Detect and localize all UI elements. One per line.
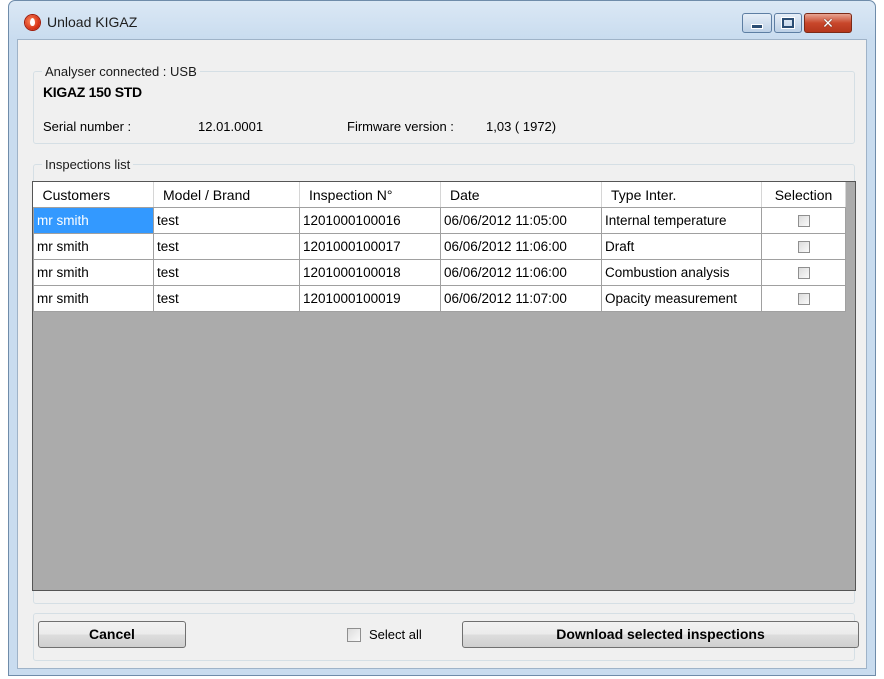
serial-number-label: Serial number : <box>43 119 132 134</box>
column-header-customers[interactable]: Customers <box>33 182 154 208</box>
inspections-grid[interactable]: Customers Model / Brand Inspection N° Da… <box>32 181 856 591</box>
cell-date[interactable]: 06/06/2012 11:06:00 <box>440 233 602 260</box>
cell-date[interactable]: 06/06/2012 11:05:00 <box>440 207 602 234</box>
cell-inspection-number[interactable]: 1201000100016 <box>299 207 441 234</box>
column-header-model-brand[interactable]: Model / Brand <box>153 182 300 208</box>
table-row[interactable]: mr smith test 1201000100018 06/06/2012 1… <box>33 259 846 286</box>
cell-model[interactable]: test <box>153 233 300 260</box>
column-header-selection[interactable]: Selection <box>761 182 846 208</box>
title-bar[interactable]: Unload KIGAZ ✕ <box>9 1 875 39</box>
cell-selection <box>761 285 846 312</box>
row-selection-checkbox[interactable] <box>797 215 810 228</box>
close-button[interactable]: ✕ <box>804 13 852 33</box>
flame-app-icon <box>25 15 40 30</box>
analyser-legend: Analyser connected : USB <box>42 64 200 79</box>
minimize-button[interactable] <box>742 13 772 33</box>
cell-customer[interactable]: mr smith <box>33 285 154 312</box>
table-header-row: Customers Model / Brand Inspection N° Da… <box>33 182 846 208</box>
device-name: KIGAZ 150 STD <box>43 84 142 100</box>
select-all-label: Select all <box>369 627 422 642</box>
cell-customer[interactable]: mr smith <box>33 259 154 286</box>
cell-date[interactable]: 06/06/2012 11:07:00 <box>440 285 602 312</box>
window-title: Unload KIGAZ <box>47 14 138 30</box>
cancel-button[interactable]: Cancel <box>38 621 186 648</box>
cell-type[interactable]: Internal temperature <box>601 207 762 234</box>
firmware-version-value: 1,03 ( 1972) <box>486 119 557 134</box>
maximize-icon <box>782 18 794 28</box>
serial-number-value: 12.01.0001 <box>198 119 264 134</box>
column-header-type[interactable]: Type Inter. <box>601 182 762 208</box>
cell-inspection-number[interactable]: 1201000100017 <box>299 233 441 260</box>
row-selection-checkbox[interactable] <box>797 267 810 280</box>
table-row[interactable]: mr smith test 1201000100019 06/06/2012 1… <box>33 285 846 312</box>
inspections-table: Customers Model / Brand Inspection N° Da… <box>33 182 846 312</box>
cell-selection <box>761 259 846 286</box>
cell-type[interactable]: Draft <box>601 233 762 260</box>
cell-model[interactable]: test <box>153 259 300 286</box>
select-all-control[interactable]: Select all <box>347 627 422 642</box>
app-window: Unload KIGAZ ✕ Analyser connected : USB … <box>8 0 876 676</box>
firmware-version-label: Firmware version : <box>347 119 454 134</box>
cell-inspection-number[interactable]: 1201000100019 <box>299 285 441 312</box>
close-icon: ✕ <box>822 15 834 31</box>
minimize-icon <box>751 23 763 29</box>
table-row[interactable]: mr smith test 1201000100017 06/06/2012 1… <box>33 233 846 260</box>
cell-customer[interactable]: mr smith <box>33 233 154 260</box>
select-all-checkbox[interactable] <box>347 627 361 642</box>
table-row[interactable]: mr smith test 1201000100016 06/06/2012 1… <box>33 207 846 234</box>
download-selected-button[interactable]: Download selected inspections <box>462 621 859 648</box>
cell-model[interactable]: test <box>153 207 300 234</box>
inspections-legend: Inspections list <box>42 157 134 172</box>
cell-selection <box>761 207 846 234</box>
column-header-inspection-number[interactable]: Inspection N° <box>299 182 441 208</box>
cell-type[interactable]: Opacity measurement <box>601 285 762 312</box>
cell-customer[interactable]: mr smith <box>33 207 154 234</box>
column-header-date[interactable]: Date <box>440 182 602 208</box>
cell-type[interactable]: Combustion analysis <box>601 259 762 286</box>
cell-inspection-number[interactable]: 1201000100018 <box>299 259 441 286</box>
cell-date[interactable]: 06/06/2012 11:06:00 <box>440 259 602 286</box>
row-selection-checkbox[interactable] <box>797 241 810 254</box>
maximize-button[interactable] <box>774 13 802 33</box>
cell-selection <box>761 233 846 260</box>
row-selection-checkbox[interactable] <box>797 293 810 306</box>
cell-model[interactable]: test <box>153 285 300 312</box>
